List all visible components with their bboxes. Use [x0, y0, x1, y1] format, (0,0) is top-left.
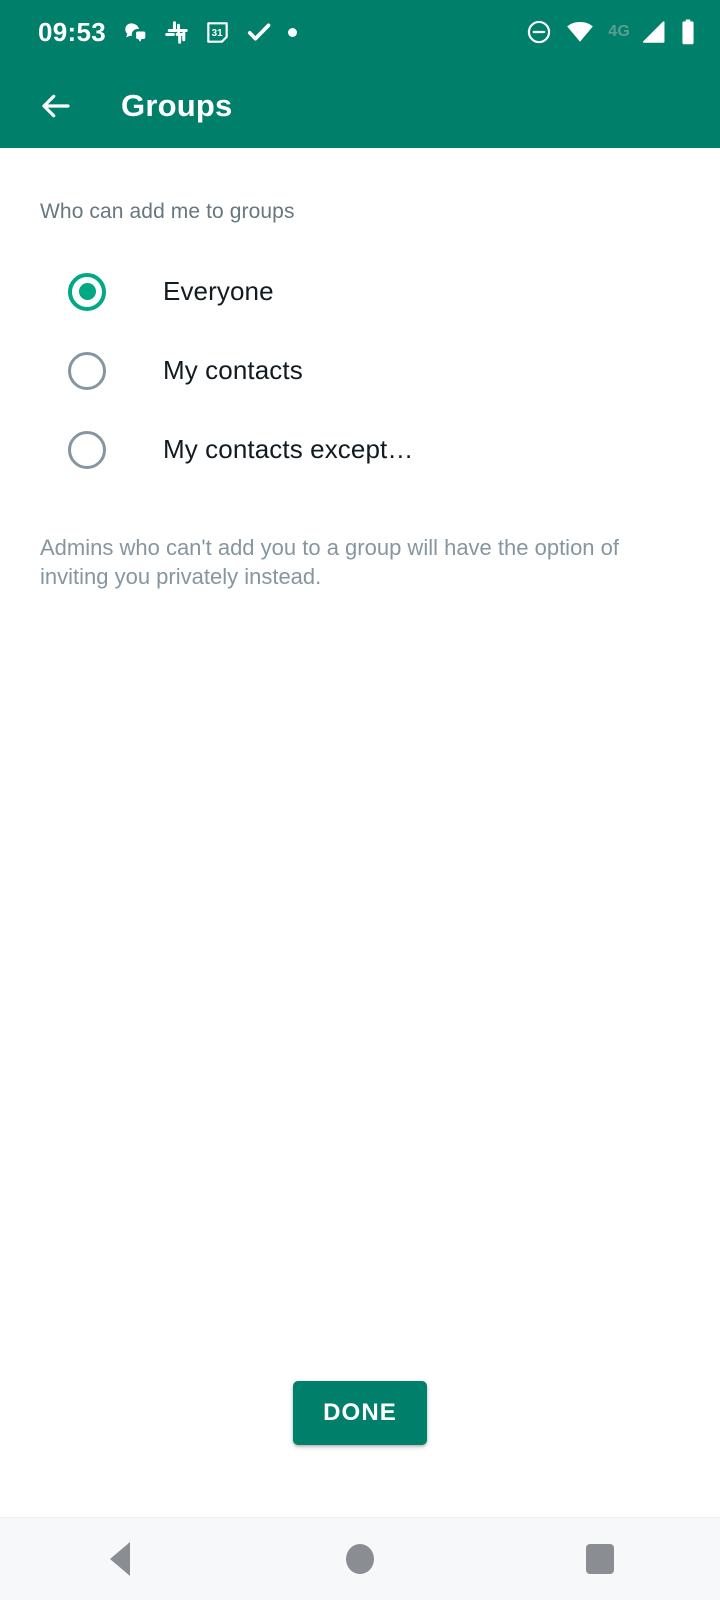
status-bar-right: 4G — [526, 19, 696, 45]
nav-back-button[interactable] — [60, 1518, 180, 1600]
status-bar: 09:53 31 4G — [0, 0, 720, 64]
phone-screen: 09:53 31 4G Groups Who can add me to gro… — [0, 0, 720, 1600]
radio-inner-dot — [79, 362, 96, 379]
triangle-back-icon — [110, 1542, 130, 1576]
messaging-notification-icon — [122, 19, 148, 45]
radio-option-label: My contacts except… — [163, 434, 414, 464]
radio-option-my-contacts-except[interactable]: My contacts except… — [0, 410, 720, 489]
slack-icon — [164, 20, 189, 45]
radio-option-label: Everyone — [163, 276, 274, 306]
cellular-signal-icon — [640, 20, 666, 44]
app-bar: Groups — [0, 64, 720, 148]
nav-home-button[interactable] — [300, 1518, 420, 1600]
checkmark-icon — [246, 19, 272, 45]
radio-button-icon — [68, 272, 106, 311]
nav-recents-button[interactable] — [540, 1518, 660, 1600]
group-privacy-radio-group: Everyone My contacts My contacts except… — [0, 252, 720, 489]
radio-inner-dot — [79, 441, 96, 458]
content-area: Who can add me to groups Everyone My con… — [0, 148, 720, 1517]
radio-button-icon — [68, 351, 106, 390]
battery-icon — [680, 19, 696, 45]
radio-option-my-contacts[interactable]: My contacts — [0, 331, 720, 410]
do-not-disturb-icon — [526, 19, 552, 45]
done-button[interactable]: DONE — [293, 1381, 427, 1445]
status-clock: 09:53 — [38, 17, 106, 47]
done-button-container: DONE — [0, 1381, 720, 1445]
network-type-label: 4G — [608, 23, 630, 40]
arrow-left-icon — [42, 94, 70, 118]
radio-option-everyone[interactable]: Everyone — [0, 252, 720, 331]
status-bar-left: 09:53 31 — [38, 19, 297, 45]
back-button[interactable] — [28, 78, 84, 134]
calendar-icon: 31 — [205, 20, 230, 45]
section-title: Who can add me to groups — [40, 200, 295, 223]
wifi-icon — [566, 20, 594, 44]
svg-text:31: 31 — [212, 28, 223, 39]
radio-inner-dot — [78, 283, 96, 300]
page-title: Groups — [121, 88, 233, 123]
footnote-text: Admins who can't add you to a group will… — [40, 535, 620, 590]
circle-home-icon — [346, 1544, 374, 1574]
dot-notification-icon — [288, 27, 297, 37]
system-navigation-bar — [0, 1517, 720, 1600]
square-recents-icon — [586, 1544, 614, 1574]
radio-option-label: My contacts — [163, 355, 303, 385]
radio-button-icon — [68, 430, 106, 469]
